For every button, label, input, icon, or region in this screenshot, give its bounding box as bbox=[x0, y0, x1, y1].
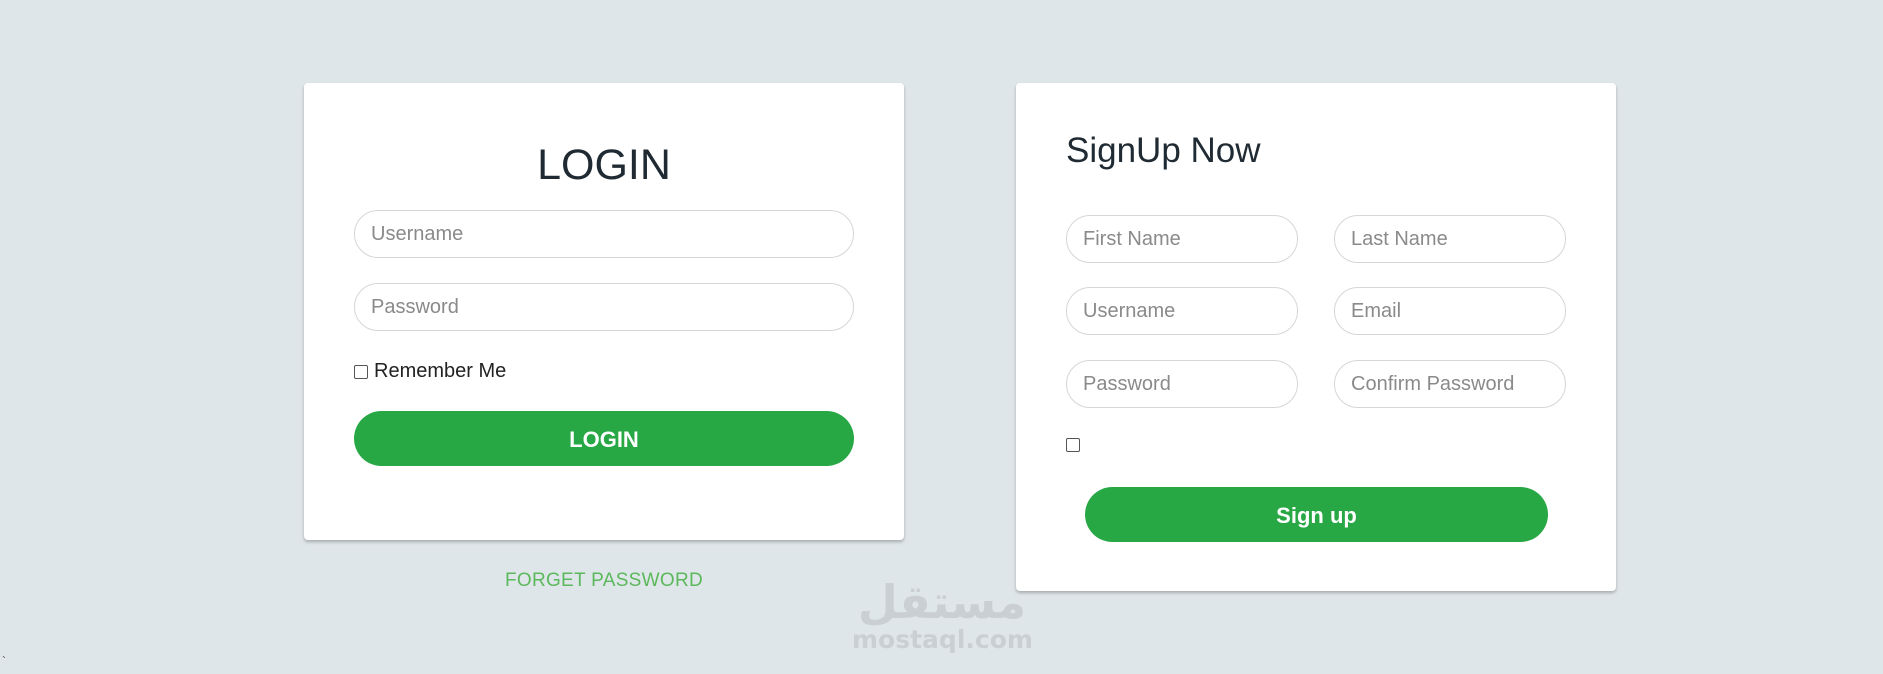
confirm-password-input[interactable] bbox=[1334, 360, 1566, 408]
signup-card: SignUp Now Sign up bbox=[1016, 83, 1616, 591]
last-name-input[interactable] bbox=[1334, 215, 1566, 263]
login-username-input[interactable] bbox=[354, 210, 854, 258]
signup-terms-checkbox[interactable] bbox=[1066, 438, 1080, 452]
signup-username-input[interactable] bbox=[1066, 287, 1298, 335]
signup-button[interactable]: Sign up bbox=[1085, 487, 1548, 542]
remember-me[interactable]: Remember Me bbox=[354, 360, 506, 383]
first-name-input[interactable] bbox=[1066, 215, 1298, 263]
signup-title: SignUp Now bbox=[1066, 131, 1261, 170]
login-card: LOGIN Remember Me LOGIN bbox=[304, 83, 904, 540]
watermark-logo-text: مستقل bbox=[857, 575, 1027, 629]
remember-me-checkbox[interactable] bbox=[354, 364, 368, 379]
login-button[interactable]: LOGIN bbox=[354, 411, 854, 466]
signup-password-input[interactable] bbox=[1066, 360, 1298, 408]
forget-password-link[interactable]: FORGET PASSWORD bbox=[304, 570, 904, 592]
mostaql-watermark: مستقل mostaql.com bbox=[852, 575, 1033, 654]
watermark-domain: mostaql.com bbox=[852, 625, 1033, 654]
login-password-input[interactable] bbox=[354, 283, 854, 331]
email-input[interactable] bbox=[1334, 287, 1566, 335]
stray-backtick: ` bbox=[2, 654, 6, 668]
remember-me-label: Remember Me bbox=[374, 360, 507, 382]
login-title: LOGIN bbox=[537, 141, 671, 189]
